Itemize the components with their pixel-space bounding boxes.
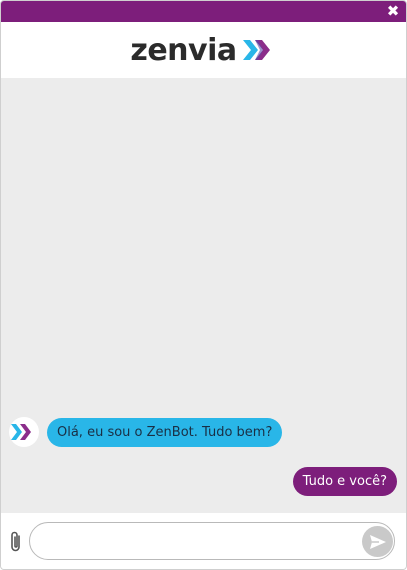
- bot-message: Olá, eu sou o ZenBot. Tudo bem?: [47, 417, 283, 447]
- bot-message-row: Olá, eu sou o ZenBot. Tudo bem?: [9, 417, 283, 447]
- zenvia-chevrons-icon: [242, 40, 270, 60]
- paperclip-icon[interactable]: [7, 530, 25, 554]
- zenvia-chevrons-icon: [11, 424, 31, 440]
- zenvia-logo: zenvia: [130, 33, 276, 68]
- close-icon[interactable]: ✖: [386, 4, 400, 19]
- widget-topbar: ✖: [1, 1, 406, 22]
- composer-bar: [1, 513, 406, 569]
- chat-widget: ✖ zenvia Olá, eu sou o ZenBot. Tudo bem?…: [0, 0, 407, 570]
- chat-area: Olá, eu sou o ZenBot. Tudo bem? Tudo e v…: [1, 78, 406, 513]
- widget-header: zenvia: [1, 22, 406, 78]
- user-message: Tudo e você?: [292, 467, 397, 496]
- bot-avatar: [9, 417, 39, 447]
- send-button[interactable]: [362, 526, 393, 557]
- send-icon: [369, 534, 386, 549]
- logo-text: zenvia: [130, 32, 237, 68]
- message-input[interactable]: [29, 522, 395, 560]
